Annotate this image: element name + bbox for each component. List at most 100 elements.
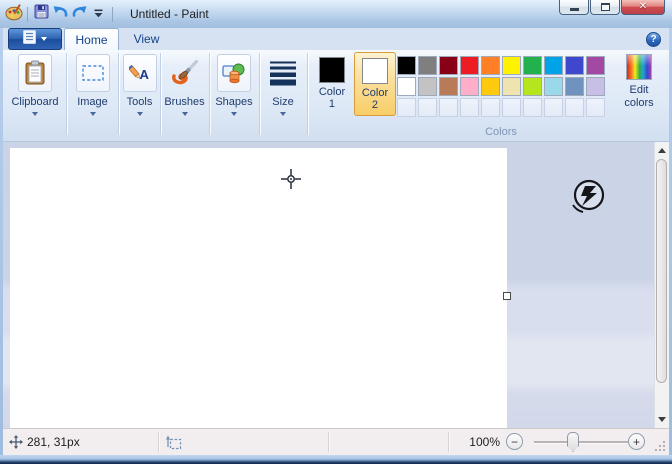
svg-text:A: A [139, 67, 149, 82]
plus-icon: + [633, 436, 640, 448]
statusbar-separator [448, 432, 449, 452]
help-button[interactable]: ? [646, 32, 661, 47]
palette-swatch[interactable] [460, 56, 479, 75]
minus-icon: − [511, 436, 518, 448]
color2-swatch [362, 58, 388, 84]
undo-button[interactable] [51, 5, 70, 24]
work-area [3, 142, 669, 428]
cursor-position-value: 281, 31px [27, 435, 80, 449]
brush-icon [168, 54, 202, 92]
palette-swatch[interactable] [502, 56, 521, 75]
redo-icon [71, 4, 88, 24]
window-frame-bottom [0, 455, 672, 464]
statusbar-separator [328, 432, 329, 452]
save-button[interactable] [32, 5, 51, 24]
scroll-up-button[interactable] [655, 143, 669, 158]
size-group-button[interactable]: Size [260, 52, 306, 138]
palette-swatch[interactable] [523, 56, 542, 75]
line-size-icon [266, 54, 300, 92]
paint-app-menu-button[interactable] [4, 5, 23, 24]
palette-swatch[interactable] [565, 77, 584, 96]
customize-quick-access-button[interactable] [89, 5, 108, 24]
chevron-down-icon [280, 112, 286, 116]
crosshair-cursor-icon [279, 167, 303, 196]
tools-group-button[interactable]: A Tools [120, 52, 159, 138]
palette-swatch-empty [502, 98, 521, 117]
group-separator [66, 53, 67, 135]
titlebar-separator [27, 7, 28, 22]
maximize-button[interactable] [590, 0, 620, 15]
window-title: Untitled - Paint [130, 7, 209, 21]
clipboard-group-button[interactable]: Clipboard [5, 52, 65, 138]
scroll-down-button[interactable] [655, 412, 669, 427]
palette-swatch[interactable] [397, 56, 416, 75]
redo-button[interactable] [70, 5, 89, 24]
zoom-slider-track[interactable] [534, 441, 630, 443]
palette-swatch[interactable] [418, 77, 437, 96]
palette-swatch[interactable] [544, 77, 563, 96]
scrollbar-thumb[interactable] [656, 159, 667, 383]
help-icon: ? [650, 34, 656, 45]
window-controls: ✕ [558, 0, 665, 15]
canvas-resize-handle[interactable] [503, 292, 511, 300]
file-menu-button[interactable] [8, 28, 62, 50]
tab-home[interactable]: Home [64, 28, 119, 50]
close-button[interactable]: ✕ [621, 0, 665, 15]
title-bar[interactable]: Untitled - Paint ✕ [0, 0, 672, 28]
palette-swatch[interactable] [418, 56, 437, 75]
edit-colors-label: Edit colors [617, 84, 661, 110]
colors-group-label: Colors [397, 126, 605, 138]
palette-swatch[interactable] [502, 77, 521, 96]
zoom-in-button[interactable]: + [628, 433, 645, 450]
palette-swatch[interactable] [544, 56, 563, 75]
ribbon-tab-row: Home View ? [3, 28, 669, 50]
image-group-button[interactable]: Image [68, 52, 117, 138]
palette-swatch[interactable] [586, 56, 605, 75]
palette-swatch-empty [565, 98, 584, 117]
edit-colors-button[interactable]: Edit colors [611, 54, 667, 110]
minimize-button[interactable] [559, 0, 589, 15]
palette-swatch-empty [418, 98, 437, 117]
color-palette [397, 56, 605, 117]
palette-swatch[interactable] [460, 77, 479, 96]
tab-view[interactable]: View [119, 28, 174, 50]
palette-swatch-empty [586, 98, 605, 117]
palette-row-2 [397, 77, 605, 96]
brushes-group-button[interactable]: Brushes [161, 52, 208, 138]
palette-row-empty [397, 98, 605, 117]
brushes-group-label: Brushes [164, 96, 204, 108]
zoom-slider-thumb[interactable] [567, 432, 579, 452]
shapes-group-button[interactable]: Shapes [210, 52, 258, 138]
zoom-out-button[interactable]: − [506, 433, 523, 450]
ribbon: Clipboard Image A Tools [3, 50, 669, 142]
drawing-canvas[interactable] [10, 148, 507, 428]
clipboard-icon [18, 54, 52, 92]
size-group-label: Size [272, 96, 293, 108]
group-separator [118, 53, 119, 135]
save-icon [34, 4, 49, 24]
chevron-down-icon [41, 37, 47, 41]
palette-swatch[interactable] [565, 56, 584, 75]
tools-group-label: Tools [127, 96, 153, 108]
palette-swatch[interactable] [439, 56, 458, 75]
palette-swatch[interactable] [397, 77, 416, 96]
close-icon: ✕ [639, 2, 647, 12]
shapes-icon [217, 54, 251, 92]
palette-swatch[interactable] [439, 77, 458, 96]
palette-swatch-empty [439, 98, 458, 117]
window-resize-grip[interactable] [663, 449, 665, 451]
selection-size-icon [166, 435, 182, 453]
palette-swatch[interactable] [586, 77, 605, 96]
palette-swatch-empty [481, 98, 500, 117]
color2-button[interactable]: Color 2 [354, 52, 396, 116]
palette-row-1 [397, 56, 605, 75]
tools-icon: A [123, 54, 157, 92]
palette-swatch[interactable] [481, 56, 500, 75]
palette-swatch[interactable] [523, 77, 542, 96]
vertical-scrollbar[interactable] [654, 142, 669, 428]
zoom-level-value: 100% [458, 435, 500, 449]
edit-colors-icon [626, 54, 652, 80]
palette-swatch[interactable] [481, 77, 500, 96]
window-frame-left [0, 28, 3, 455]
color1-button[interactable]: Color 1 [311, 52, 353, 116]
